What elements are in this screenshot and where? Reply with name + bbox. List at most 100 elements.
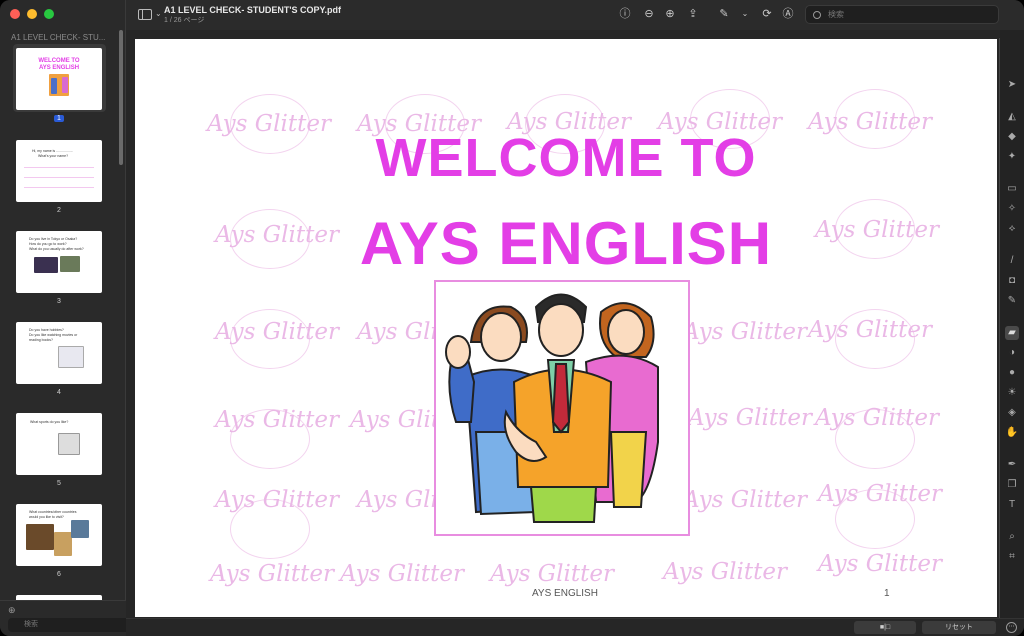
rotate-icon[interactable]: ⟳ (760, 7, 774, 21)
thumbnail-text: reading books? (29, 338, 53, 342)
thumbnail-text: Hi, my name is ................. (32, 149, 73, 153)
bottom-status-bar: ■|□ リセット ⋯ (126, 618, 1024, 636)
page-thumbnail-5[interactable]: What sports do you like? (16, 413, 102, 475)
page-thumbnail-4[interactable]: Do you have hobbies? Do you like watchin… (16, 322, 102, 384)
sidebar-bottom-bar: ⊕ 検索 (0, 600, 136, 636)
thumbnail-watermark (24, 187, 94, 188)
watermark-text: Ays Glitter (683, 319, 807, 345)
markup-circle-icon[interactable]: Ⓐ (781, 7, 795, 21)
view-toggle-button[interactable]: ■|□ (854, 621, 916, 634)
shape-tool-icon[interactable]: ◆ (1005, 130, 1019, 144)
thumbnail-image (71, 520, 89, 538)
thumbnail-watermark (24, 177, 94, 178)
pointer-tool-icon[interactable]: ➤ (1005, 78, 1019, 92)
thumbnail-text: Do you like watching movies or (29, 333, 78, 337)
thumbnail-page-number: 3 (57, 298, 61, 305)
thumbnail-title-line2: AYS ENGLISH (38, 65, 80, 71)
chevron-down-icon[interactable]: ⌄ (155, 9, 162, 18)
watermark-text: Ays Glitter (808, 317, 932, 343)
thumbnail-image (26, 524, 54, 550)
pencil-tool-icon[interactable]: ✎ (1005, 294, 1019, 308)
thumbnail-text: What sports do you like? (30, 420, 69, 424)
pdf-page[interactable]: Ays Glitter Ays Glitter Ays Glitter Ays … (135, 39, 997, 617)
thumbnail-image (62, 77, 68, 93)
page-thumbnail-3[interactable]: Do you live in Tokyo or Osaka? How do yo… (16, 231, 102, 293)
document-canvas: Ays Glitter Ays Glitter Ays Glitter Ays … (126, 30, 1000, 618)
thumbnail-page-number: 2 (57, 207, 61, 214)
reset-button[interactable]: リセット (922, 621, 996, 634)
more-options-icon[interactable]: ⋯ (1006, 622, 1017, 633)
thumbnail-page-number: 1 (0, 115, 118, 122)
watermark-text: Ays Glitter (815, 405, 939, 431)
thumbnail-image (51, 78, 57, 94)
watermark-text: Ays Glitter (490, 561, 614, 587)
thumbnail-text: What do you usually do after work? (29, 247, 84, 251)
magic-wand-icon[interactable]: ✧ (1005, 202, 1019, 216)
maximize-window-button[interactable] (44, 9, 54, 19)
add-page-icon[interactable]: ⊕ (8, 605, 16, 616)
pen-tool-icon[interactable]: ✒ (1005, 458, 1019, 472)
brightness-tool-icon[interactable]: ☀ (1005, 386, 1019, 400)
watermark-text: Ays Glitter (663, 559, 787, 585)
toolbar-search-placeholder: 検索 (828, 10, 844, 19)
text-tool-icon[interactable]: T (1005, 498, 1019, 512)
preview-window: A1 LEVEL CHECK- STU... WELCOME TO AYS EN… (0, 0, 1024, 636)
thumbnail-text: Do you have hobbies? (29, 328, 64, 332)
minimize-window-button[interactable] (27, 9, 37, 19)
info-icon[interactable]: ⓘ (618, 7, 632, 21)
star-tool-icon[interactable]: ✦ (1005, 150, 1019, 164)
sidebar-scrollbar[interactable] (119, 30, 123, 165)
watermark-text: Ays Glitter (683, 487, 807, 513)
page-indicator: 1 / 26 ページ (164, 17, 205, 24)
watermark-text: Ays Glitter (215, 319, 339, 345)
share-icon[interactable]: ⇪ (686, 7, 700, 21)
page-heading-line2: AYS ENGLISH (359, 210, 773, 277)
watermark-text: Ays Glitter (215, 487, 339, 513)
document-title: A1 LEVEL CHECK- STUDENT'S COPY.pdf (164, 5, 341, 15)
adjust-tool-icon[interactable]: ◈ (1005, 406, 1019, 420)
thumbnail-image (58, 346, 84, 368)
page-footer-text: AYS ENGLISH (532, 588, 598, 599)
thumbnail-image (58, 433, 80, 455)
fill-tool-icon[interactable]: ◘ (1005, 274, 1019, 288)
sidebar-search-input[interactable]: 検索 (8, 618, 136, 632)
crop-tool-icon[interactable]: ⌗ (1005, 550, 1019, 564)
hand-tool-icon[interactable]: ✋ (1005, 426, 1019, 440)
page-thumbnail-2[interactable]: Hi, my name is ................. What's … (16, 140, 102, 202)
toolbar-search-field[interactable]: 検索 (805, 5, 999, 24)
lasso-tool-icon[interactable]: ⟡ (1005, 222, 1019, 236)
thumbnail-page-number: 6 (57, 571, 61, 578)
watermark-text: Ays Glitter (688, 405, 812, 431)
thumbnail-image (54, 532, 72, 556)
color-tool-icon[interactable]: ◑ (1005, 346, 1019, 360)
watermark-text: Ays Glitter (818, 481, 942, 507)
rectangle-select-icon[interactable]: ▭ (1005, 182, 1019, 196)
watermark-text: Ays Glitter (215, 407, 339, 433)
page-thumbnail-1[interactable]: WELCOME TO AYS ENGLISH (16, 48, 102, 110)
thumbnail-page-number: 4 (57, 389, 61, 396)
watermark-text: Ays Glitter (210, 561, 334, 587)
blur-tool-icon[interactable]: ● (1005, 366, 1019, 380)
zoom-in-icon[interactable]: ⊕ (663, 7, 677, 21)
sidebar-document-title: A1 LEVEL CHECK- STU... (11, 33, 106, 42)
thumbnail-text: would you like to visit? (29, 515, 64, 519)
close-window-button[interactable] (10, 9, 20, 19)
sidebar-toggle-icon[interactable] (138, 9, 152, 20)
layers-tool-icon[interactable]: ❐ (1005, 478, 1019, 492)
thumbnail-page-number: 5 (57, 480, 61, 487)
zoom-tool-icon[interactable]: ⌕ (1005, 530, 1019, 544)
selection-tool-icon[interactable]: ◭ (1005, 110, 1019, 124)
eraser-tool-icon[interactable]: ▰ (1005, 326, 1019, 340)
thumbnail-sidebar: A1 LEVEL CHECK- STU... WELCOME TO AYS EN… (0, 0, 136, 636)
chevron-down-icon[interactable]: ⌄ (738, 7, 752, 21)
brush-tool-icon[interactable]: / (1005, 254, 1019, 268)
window-controls (10, 9, 54, 19)
thumbnail-text: Do you live in Tokyo or Osaka? (29, 237, 78, 241)
zoom-out-icon[interactable]: ⊖ (642, 7, 656, 21)
thumbnail-text: What countries/other countries (29, 510, 77, 514)
page-thumbnail-6[interactable]: What countries/other countries would you… (16, 504, 102, 566)
markup-pen-icon[interactable]: ✎ (717, 7, 731, 21)
watermark-text: Ays Glitter (340, 561, 464, 587)
thumbnail-watermark (24, 167, 94, 168)
people-illustration (445, 293, 659, 523)
